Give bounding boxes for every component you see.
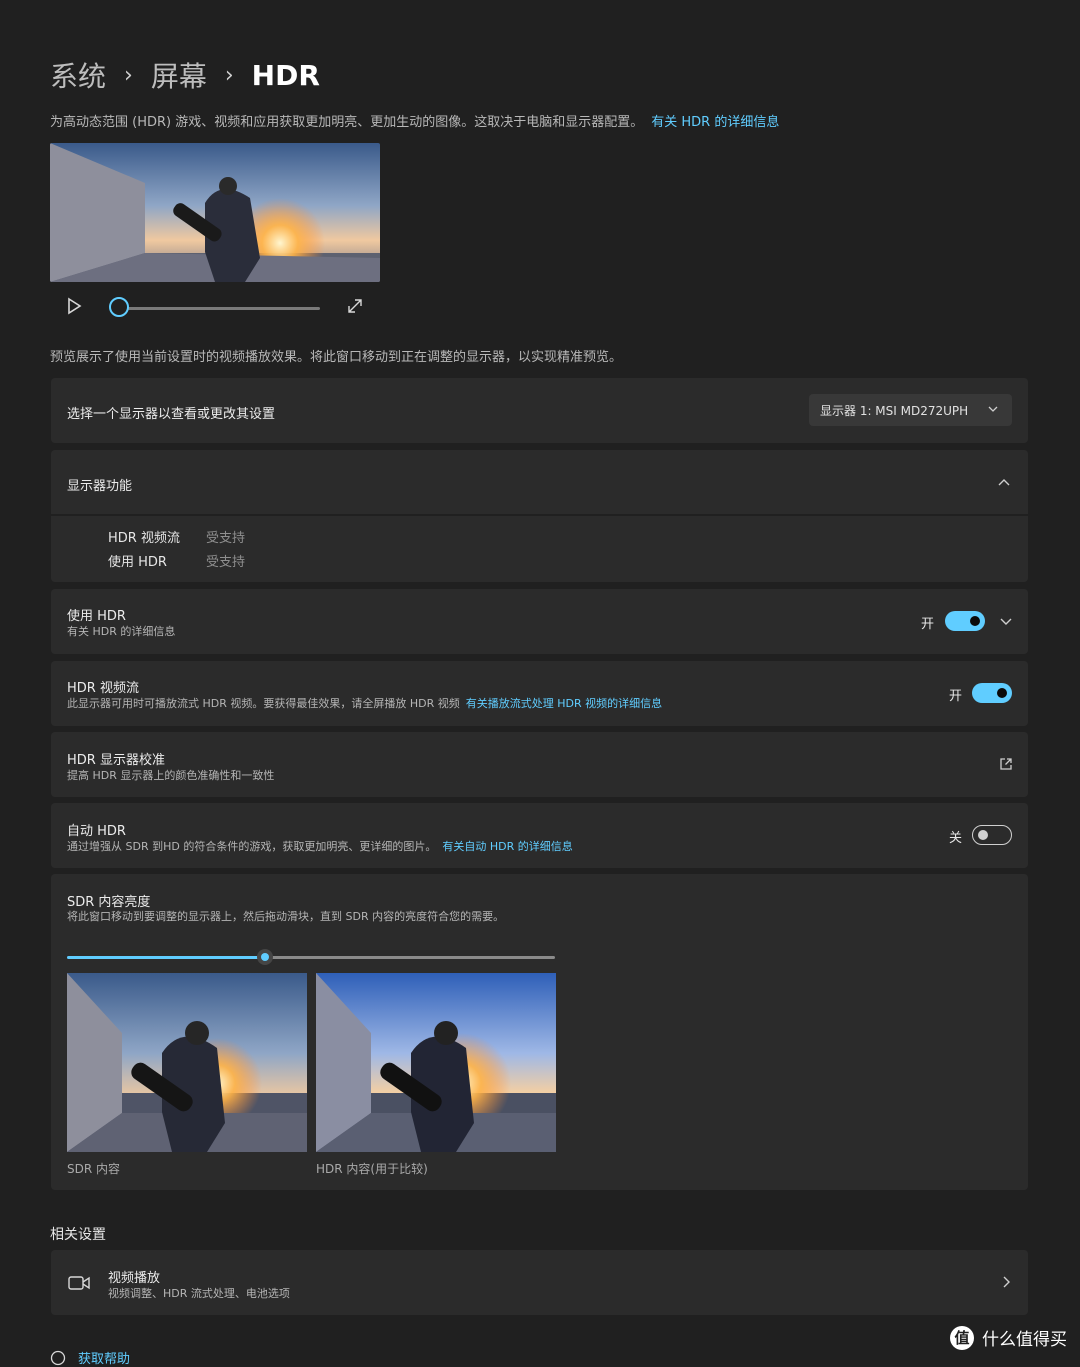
preview-note: 预览展示了使用当前设置时的视频播放效果。将此窗口移动到正在调整的显示器，以实现精… bbox=[50, 350, 623, 365]
hdr-info-link[interactable]: 有关 HDR 的详细信息 bbox=[651, 115, 779, 130]
sdr-brightness-card: SDR 内容亮度 将此窗口移动到要调整的显示器上，然后拖动滑块，直到 SDR 内… bbox=[51, 874, 1028, 1190]
hdr-streaming-toggle[interactable] bbox=[972, 683, 1012, 703]
breadcrumb-system[interactable]: 系统 bbox=[50, 55, 106, 95]
hdr-content-image bbox=[316, 973, 556, 1152]
chevron-right-icon: › bbox=[224, 62, 234, 88]
hdr-preview-video bbox=[50, 143, 380, 282]
auto-hdr-title: 自动 HDR bbox=[67, 824, 126, 839]
chevron-right-icon: › bbox=[124, 62, 133, 88]
video-camera-icon bbox=[68, 1276, 90, 1290]
auto-hdr-card: 自动 HDR 通过增强从 SDR 到HD 的符合条件的游戏，获取更加明亮、更详细… bbox=[51, 803, 1028, 868]
capability-name: HDR 视频流 bbox=[108, 531, 180, 546]
sdr-brightness-desc: 将此窗口移动到要调整的显示器上，然后拖动滑块，直到 SDR 内容的亮度符合您的需… bbox=[67, 910, 505, 923]
auto-hdr-state: 关 bbox=[948, 831, 962, 846]
chevron-down-icon bbox=[988, 406, 998, 412]
video-playback-card[interactable]: 视频播放 视频调整、HDR 流式处理、电池选项 bbox=[51, 1250, 1028, 1315]
external-link-icon[interactable] bbox=[998, 756, 1014, 772]
use-hdr-state: 开 bbox=[920, 617, 934, 632]
hdr-content-caption: HDR 内容(用于比较) bbox=[316, 1162, 428, 1176]
use-hdr-toggle[interactable] bbox=[945, 611, 985, 631]
breadcrumb-display[interactable]: 屏幕 bbox=[151, 55, 207, 95]
expand-icon bbox=[348, 299, 362, 313]
video-playback-desc: 视频调整、HDR 流式处理、电池选项 bbox=[108, 1287, 290, 1300]
hdr-streaming-info-link[interactable]: 有关播放流式处理 HDR 视频的详细信息 bbox=[466, 697, 662, 710]
sdr-content-image bbox=[67, 973, 307, 1152]
auto-hdr-info-link[interactable]: 有关自动 HDR 的详细信息 bbox=[442, 840, 572, 853]
display-select-label: 选择一个显示器以查看或更改其设置 bbox=[67, 407, 276, 422]
watermark-text: 什么值得买 bbox=[982, 1330, 1067, 1350]
fullscreen-button[interactable] bbox=[345, 296, 365, 316]
hdr-calibration-desc: 提高 HDR 显示器上的颜色准确性和一致性 bbox=[67, 769, 275, 782]
auto-hdr-desc: 通过增强从 SDR 到HD 的符合条件的游戏，获取更加明亮、更详细的图片。 有关自… bbox=[67, 838, 573, 854]
video-playback-title: 视频播放 bbox=[108, 1271, 161, 1286]
intro-text: 为高动态范围 (HDR) 游戏、视频和应用获取更加明亮、更加生动的图像。这取决于… bbox=[50, 111, 779, 130]
sdr-content-caption: SDR 内容 bbox=[67, 1162, 121, 1176]
capability-name: 使用 HDR bbox=[108, 555, 167, 570]
hdr-streaming-title: HDR 视频流 bbox=[67, 681, 139, 696]
page-title: HDR bbox=[251, 58, 320, 92]
get-help-link[interactable]: 获取帮助 bbox=[50, 1348, 130, 1367]
hdr-streaming-desc: 此显示器可用时可播放流式 HDR 视频。要获得最佳效果，请全屏播放 HDR 视频… bbox=[67, 695, 662, 711]
chevron-up-icon[interactable] bbox=[996, 475, 1012, 491]
watermark-logo: 值 bbox=[950, 1325, 974, 1350]
display-capabilities-card[interactable]: 显示器功能 HDR 视频流 受支持 使用 HDR 受支持 bbox=[51, 450, 1028, 582]
sdr-slider-thumb[interactable] bbox=[257, 949, 273, 965]
video-progress-thumb[interactable] bbox=[109, 297, 129, 317]
watermark: 值 什么值得买 bbox=[950, 1325, 1067, 1350]
auto-hdr-desc-text: 通过增强从 SDR 到HD 的符合条件的游戏，获取更加明亮、更详细的图片。 bbox=[67, 840, 437, 853]
chevron-right-icon[interactable] bbox=[998, 1274, 1014, 1290]
display-dropdown[interactable]: 显示器 1: MSI MD272UPH bbox=[809, 394, 1012, 426]
play-icon bbox=[68, 297, 82, 315]
get-help-label: 获取帮助 bbox=[78, 1352, 131, 1367]
divider bbox=[51, 514, 1028, 516]
capability-value: 受支持 bbox=[206, 531, 246, 546]
display-select-card: 选择一个显示器以查看或更改其设置 显示器 1: MSI MD272UPH bbox=[51, 378, 1028, 443]
hdr-calibration-card[interactable]: HDR 显示器校准 提高 HDR 显示器上的颜色准确性和一致性 bbox=[51, 732, 1028, 797]
hdr-calibration-title: HDR 显示器校准 bbox=[67, 753, 165, 768]
use-hdr-info-link[interactable]: 有关 HDR 的详细信息 bbox=[67, 623, 175, 639]
play-button[interactable] bbox=[64, 296, 84, 316]
display-dropdown-value: 显示器 1: MSI MD272UPH bbox=[820, 403, 969, 418]
chevron-down-icon[interactable] bbox=[998, 613, 1014, 629]
video-progress-track[interactable] bbox=[120, 307, 320, 310]
breadcrumb: 系统 › 屏幕 › HDR bbox=[50, 55, 320, 95]
sdr-slider-fill[interactable] bbox=[67, 956, 265, 959]
auto-hdr-toggle[interactable] bbox=[972, 825, 1012, 845]
hdr-streaming-desc-text: 此显示器可用时可播放流式 HDR 视频。要获得最佳效果，请全屏播放 HDR 视频 bbox=[67, 697, 460, 710]
capability-value: 受支持 bbox=[206, 555, 246, 570]
sdr-slider-track[interactable] bbox=[265, 956, 555, 959]
help-icon bbox=[50, 1350, 66, 1365]
hdr-streaming-card: HDR 视频流 此显示器可用时可播放流式 HDR 视频。要获得最佳效果，请全屏播… bbox=[51, 661, 1028, 726]
related-settings-heading: 相关设置 bbox=[50, 1227, 106, 1243]
hdr-streaming-state: 开 bbox=[948, 689, 962, 704]
intro-description: 为高动态范围 (HDR) 游戏、视频和应用获取更加明亮、更加生动的图像。这取决于… bbox=[50, 115, 644, 130]
use-hdr-card: 使用 HDR 有关 HDR 的详细信息 开 bbox=[51, 589, 1028, 654]
use-hdr-title: 使用 HDR bbox=[67, 609, 126, 624]
capabilities-title: 显示器功能 bbox=[67, 479, 133, 494]
